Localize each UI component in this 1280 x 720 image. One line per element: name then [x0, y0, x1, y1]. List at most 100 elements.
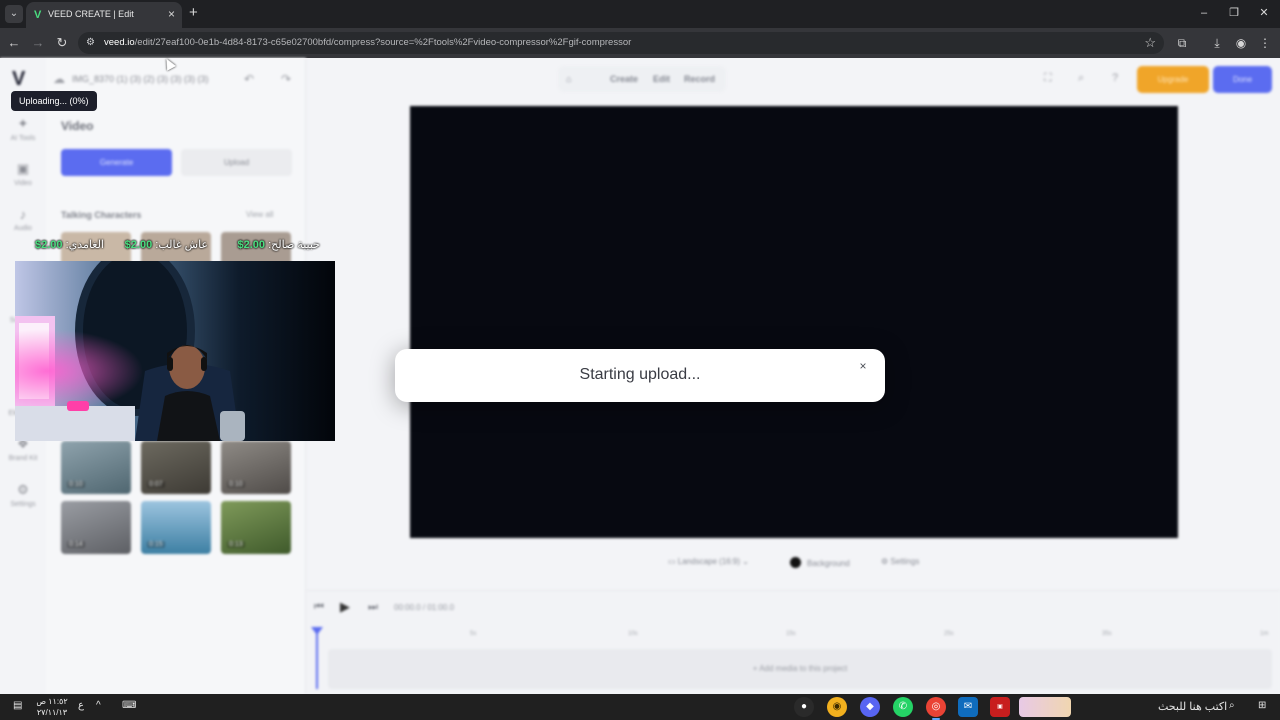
ruler-tick: 1m	[1260, 631, 1269, 637]
app-icon[interactable]: ◉	[827, 697, 847, 717]
search-icon[interactable]: ⌕	[1229, 700, 1235, 711]
mode-switcher: ⌂ Create Edit Record	[558, 66, 726, 92]
sparkle-icon: ✦	[17, 116, 29, 131]
canvas-toolbar: ▭ Landscape (16:9) ⌄ Background ⚙ Settin…	[660, 550, 943, 574]
obs-icon[interactable]: ●	[794, 697, 814, 717]
project-name[interactable]: IMG_8370 (1) (3) (2) (3) (3) (3) (3)	[72, 74, 209, 84]
download-icon[interactable]: ⤓	[1208, 34, 1226, 52]
new-tab-button[interactable]: +	[189, 5, 198, 21]
minimize-icon[interactable]: –	[1196, 6, 1212, 20]
stock-video-thumb[interactable]: 0:07	[141, 441, 211, 494]
notification-icon[interactable]: ▤	[13, 700, 22, 711]
extensions-icon[interactable]: ⧉	[1173, 34, 1191, 52]
veed-app-icon[interactable]: ▣	[990, 697, 1010, 717]
url-text[interactable]: veed.io/edit/27eaf100-0e1b-4d84-8173-c65…	[104, 37, 631, 48]
rail-ai-tools[interactable]: ✦ AI Tools	[0, 116, 46, 142]
chrome-icon[interactable]: ◎	[926, 697, 946, 717]
timecode: 00:00.0 / 01:00.0	[394, 603, 455, 612]
cloud-icon: ☁	[53, 72, 65, 86]
clock[interactable]: ١١:٥٢ ص ٢٧/١١/١٣	[36, 696, 68, 718]
rail-label: Brand Kit	[8, 455, 38, 462]
url-path: /edit/27eaf100-0e1b-4d84-8173-c65e02700b…	[134, 37, 632, 48]
whatsapp-icon[interactable]: ✆	[893, 697, 913, 717]
rail-audio[interactable]: ♪ Audio	[0, 207, 46, 232]
skip-forward-icon[interactable]: ⏭	[368, 601, 378, 614]
address-toolbar: ← → ↻ ⚙ veed.io/edit/27eaf100-0e1b-4d84-…	[0, 28, 1280, 58]
stock-video-thumb[interactable]: 0:10	[221, 441, 291, 494]
close-icon[interactable]: ×	[856, 359, 870, 373]
window-close-icon[interactable]: ✕	[1256, 6, 1272, 20]
profile-icon[interactable]: ◉	[1232, 34, 1250, 52]
reload-icon[interactable]: ↻	[54, 35, 70, 51]
timeline-ruler[interactable]: 5s 10s 15s 25s 35s 1m	[326, 631, 1269, 641]
upload-progress-tooltip: Uploading... (0%)	[11, 91, 97, 111]
gift-icon[interactable]: ⛶	[1044, 72, 1052, 85]
help-icon[interactable]: ?	[1112, 72, 1118, 84]
home-icon[interactable]: ⌂	[566, 74, 571, 84]
search-icon[interactable]: ⌕	[1078, 72, 1084, 85]
background-button[interactable]: Background	[790, 557, 850, 568]
veed-logo: V	[12, 68, 26, 90]
modal-message: Starting upload...	[579, 366, 701, 383]
url-bar[interactable]: ⚙ veed.io/edit/27eaf100-0e1b-4d84-8173-c…	[78, 32, 1164, 54]
donation-entry: الغامدي: 2.00$	[35, 238, 104, 251]
tab-create[interactable]: Create	[610, 74, 638, 84]
tab-edit[interactable]: Edit	[653, 74, 670, 84]
rail-label: AI Tools	[10, 135, 36, 142]
play-icon[interactable]: ▶	[340, 599, 350, 615]
stock-video-thumb[interactable]: 0:15	[141, 501, 211, 554]
tab-search-chevron-icon[interactable]: ⌄	[5, 5, 23, 23]
view-all-link[interactable]: View all	[246, 210, 273, 219]
canvas-settings-button[interactable]: ⚙ Settings	[881, 557, 919, 566]
video-duration: 0:15	[147, 541, 165, 548]
taskbar-search[interactable]: اكتب هنا للبحث	[1158, 700, 1227, 713]
browser-tab[interactable]: V VEED CREATE | Edit ×	[26, 2, 182, 28]
stock-video-thumb[interactable]: 0:14	[61, 501, 131, 554]
video-duration: 0:10	[67, 481, 85, 488]
discord-icon[interactable]: ◆	[860, 697, 880, 717]
clock-date: ٢٧/١١/١٣	[36, 708, 68, 717]
settings-gear-icon: ⚙	[17, 482, 29, 497]
donation-entry: عاش غالب: 2.00$	[125, 238, 208, 251]
video-duration: 0:07	[147, 481, 165, 488]
windows-start-icon[interactable]: ⊞	[1258, 700, 1266, 711]
menu-kebab-icon[interactable]: ⋮	[1256, 34, 1274, 52]
forward-arrow-icon[interactable]: →	[30, 35, 46, 51]
tray-chevron-icon[interactable]: ^	[96, 700, 101, 711]
donor-name: الغامدي:	[65, 239, 104, 251]
done-button[interactable]: Done	[1213, 66, 1272, 93]
playhead[interactable]	[316, 627, 318, 689]
stock-video-thumb[interactable]: 0:10	[61, 441, 131, 494]
back-arrow-icon[interactable]: ←	[6, 35, 22, 51]
language-indicator[interactable]: ع	[78, 700, 84, 711]
rail-video[interactable]: ▣ Video	[0, 161, 46, 187]
browser-tab-strip: ⌄ V VEED CREATE | Edit × + – ❐ ✕	[0, 0, 1280, 28]
widgets-weather-icon[interactable]	[1019, 697, 1071, 717]
timeline-drop-zone[interactable]: + Add media to this project	[328, 649, 1272, 689]
url-host: veed.io	[104, 37, 135, 48]
video-canvas[interactable]	[410, 106, 1178, 538]
bookmark-star-icon[interactable]: ☆	[1144, 35, 1156, 51]
rail-settings[interactable]: ⚙ Settings	[0, 482, 46, 508]
restore-icon[interactable]: ❐	[1226, 6, 1242, 20]
mail-icon[interactable]: ✉	[958, 697, 978, 717]
webcam-overlay	[15, 261, 335, 441]
undo-icon[interactable]: ↶	[244, 72, 254, 86]
ruler-tick: 10s	[628, 631, 638, 637]
redo-icon[interactable]: ↷	[281, 72, 291, 86]
donor-name: عاش غالب:	[155, 239, 208, 251]
tab-record[interactable]: Record	[684, 74, 715, 84]
stock-video-thumb[interactable]: 0:13	[221, 501, 291, 554]
generate-button[interactable]: Generate	[61, 149, 172, 176]
drop-zone-label: Add media to this project	[759, 664, 848, 673]
keyboard-icon[interactable]: ⌨	[122, 700, 136, 711]
donor-name: حبيبة صالح:	[268, 239, 320, 251]
aspect-ratio-dropdown[interactable]: ▭ Landscape (16:9) ⌄	[668, 557, 749, 566]
tab-close-icon[interactable]: ×	[168, 7, 175, 21]
upgrade-button[interactable]: Upgrade	[1137, 66, 1209, 93]
site-settings-icon[interactable]: ⚙	[86, 36, 99, 49]
upload-button[interactable]: Upload	[181, 149, 292, 176]
rail-label: Settings	[10, 501, 36, 508]
donation-amount: 2.00$	[34, 239, 63, 251]
skip-back-icon[interactable]: ⏮	[314, 601, 324, 614]
